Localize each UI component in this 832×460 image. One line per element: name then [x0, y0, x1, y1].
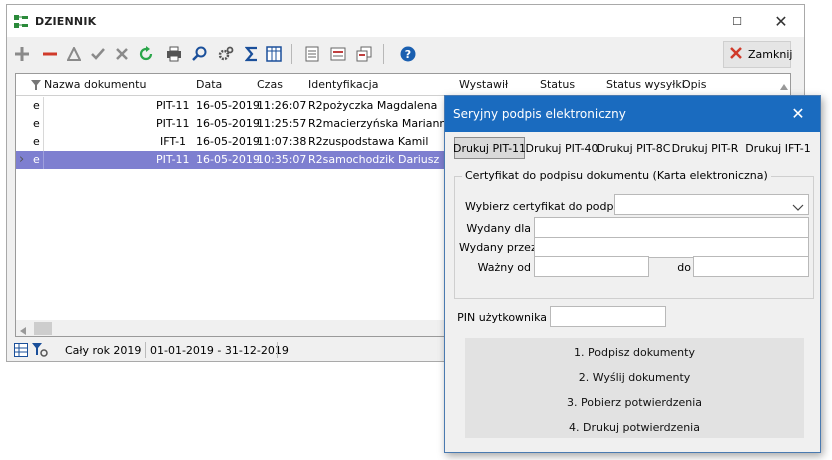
dialog-title: Seryjny podpis elektroniczny [453, 107, 626, 121]
table-row[interactable]: e IFT-1 16-05-2019 11:07:38 R2zuspodstaw… [16, 133, 448, 151]
row-identification: R2macierzyńska Marianna [308, 117, 454, 130]
title-bar: DZIENNIK ☐ ✕ [7, 5, 804, 37]
close-journal-label: Zamknij [748, 48, 793, 61]
date-range-label[interactable]: 01-01-2019 - 31-12-2019 [150, 344, 289, 357]
close-journal-button[interactable]: Zamknij [723, 41, 793, 68]
issued-for-field[interactable] [534, 217, 809, 238]
window-title: DZIENNIK [35, 15, 97, 28]
actions-panel: 1. Podpisz dokumenty 2. Wyślij dokumenty… [465, 338, 804, 438]
remove-icon[interactable] [41, 45, 59, 63]
filter-icon[interactable] [31, 80, 41, 93]
column-header[interactable]: Status [540, 78, 575, 91]
svg-text:?: ? [405, 48, 411, 61]
toolbar-separator [291, 44, 292, 64]
columns-icon[interactable] [265, 45, 283, 63]
maximize-button[interactable]: ☐ [714, 5, 760, 37]
chevron-down-icon [792, 201, 804, 214]
issued-by-label: Wydany przez [459, 241, 537, 254]
warning-icon[interactable] [65, 45, 83, 63]
close-x-icon [730, 47, 742, 62]
valid-from-field[interactable] [534, 256, 649, 277]
row-time: 11:25:57 [257, 117, 307, 130]
scroll-up-icon[interactable] [780, 80, 788, 93]
valid-to-field[interactable] [693, 256, 809, 277]
add-icon[interactable] [13, 45, 31, 63]
status-divider [277, 342, 278, 358]
copy-icon[interactable] [355, 45, 373, 63]
column-header[interactable]: Data [196, 78, 222, 91]
row-type: e [33, 153, 40, 166]
print-confirmations-button[interactable]: 4. Drukuj potwierdzenia [465, 415, 804, 439]
window-close-button[interactable]: ✕ [758, 5, 804, 37]
tab-ift-1[interactable]: Drukuj IFT-1 [743, 137, 813, 159]
row-type: e [33, 135, 40, 148]
column-header[interactable]: Status wysyłki [606, 78, 685, 91]
refresh-icon[interactable] [137, 45, 155, 63]
horizontal-scrollbar[interactable] [16, 320, 446, 336]
filter-settings-icon[interactable] [32, 343, 48, 360]
certificate-select-label: Wybierz certyfikat do podpisu [465, 200, 630, 213]
toolbar-separator [383, 44, 384, 64]
tab-pit-11[interactable]: Drukuj PIT-11 [453, 137, 526, 159]
tab-pit-8c[interactable]: Drukuj PIT-8C [597, 137, 671, 159]
help-icon[interactable]: ? [399, 45, 417, 63]
row-date: 16-05-2019 [196, 117, 260, 130]
scroll-left-icon[interactable] [20, 325, 26, 336]
column-header[interactable]: Nazwa dokumentu [44, 78, 146, 91]
certificate-select[interactable] [614, 194, 809, 215]
issued-by-field[interactable] [534, 237, 809, 258]
cancel-icon[interactable] [113, 45, 131, 63]
settings-icon[interactable] [217, 45, 235, 63]
issued-for-label: Wydany dla [466, 222, 531, 235]
row-doc-name: PIT-11 [156, 99, 190, 112]
row-identification: R2zuspodstawa Kamil [308, 135, 429, 148]
period-label[interactable]: Cały rok 2019 [65, 344, 141, 357]
sum-icon[interactable] [243, 45, 261, 63]
column-header[interactable]: Identyfikacja [308, 78, 378, 91]
certificate-group-label: Certyfikat do podpisu dokumentu (Karta e… [462, 169, 771, 182]
column-header[interactable]: Opis [682, 78, 706, 91]
tab-pit-r[interactable]: Drukuj PIT-R [671, 137, 739, 159]
form-icon[interactable] [329, 45, 347, 63]
row-date: 16-05-2019 [196, 99, 260, 112]
pin-label: PIN użytkownika [457, 311, 547, 324]
pin-input[interactable] [550, 306, 666, 327]
app-icon [13, 14, 29, 30]
row-type: e [33, 117, 40, 130]
scroll-thumb[interactable] [34, 322, 52, 335]
grid-view-icon[interactable] [14, 343, 28, 360]
row-doc-name: IFT-1 [160, 135, 187, 148]
row-identification: R2samochodzik Dariusz [308, 153, 440, 166]
dialog-title-bar: Seryjny podpis elektroniczny ✕ [445, 96, 820, 132]
document-icon[interactable] [303, 45, 321, 63]
check-icon[interactable] [89, 45, 107, 63]
column-header[interactable]: Wystawił [459, 78, 508, 91]
electronic-signature-dialog: Seryjny podpis elektroniczny ✕ Drukuj PI… [444, 95, 821, 453]
row-date: 16-05-2019 [196, 153, 260, 166]
table-row[interactable]: e PIT-11 16-05-2019 11:25:57 R2macierzyń… [16, 115, 453, 133]
valid-to-label: do [677, 261, 691, 274]
tab-pit-40[interactable]: Drukuj PIT-40 [525, 137, 598, 159]
status-divider [145, 342, 146, 358]
dialog-close-button[interactable]: ✕ [788, 104, 808, 123]
row-type: e [33, 99, 40, 112]
row-date: 16-05-2019 [196, 135, 260, 148]
row-time: 10:35:07 [257, 153, 307, 166]
table-row-selected[interactable]: › e PIT-11 16-05-2019 10:35:07 R2samocho… [16, 151, 448, 169]
print-icon[interactable] [165, 45, 183, 63]
toolbar: ? Zamknij [7, 37, 804, 71]
valid-from-label: Ważny od [477, 261, 531, 274]
table-row[interactable]: e PIT-11 16-05-2019 11:26:07 R2pożyczka … [16, 97, 448, 115]
row-doc-name: PIT-11 [156, 117, 190, 130]
row-time: 11:07:38 [257, 135, 307, 148]
search-icon[interactable] [191, 45, 209, 63]
row-identification: R2pożyczka Magdalena [308, 99, 438, 112]
row-doc-name: PIT-11 [156, 153, 190, 166]
row-marker: › [19, 152, 25, 167]
row-time: 11:26:07 [257, 99, 307, 112]
send-documents-button[interactable]: 2. Wyślij dokumenty [465, 365, 804, 389]
sign-documents-button[interactable]: 1. Podpisz dokumenty [465, 340, 804, 364]
column-header[interactable]: Czas [257, 78, 283, 91]
fetch-confirmations-button[interactable]: 3. Pobierz potwierdzenia [465, 390, 804, 414]
